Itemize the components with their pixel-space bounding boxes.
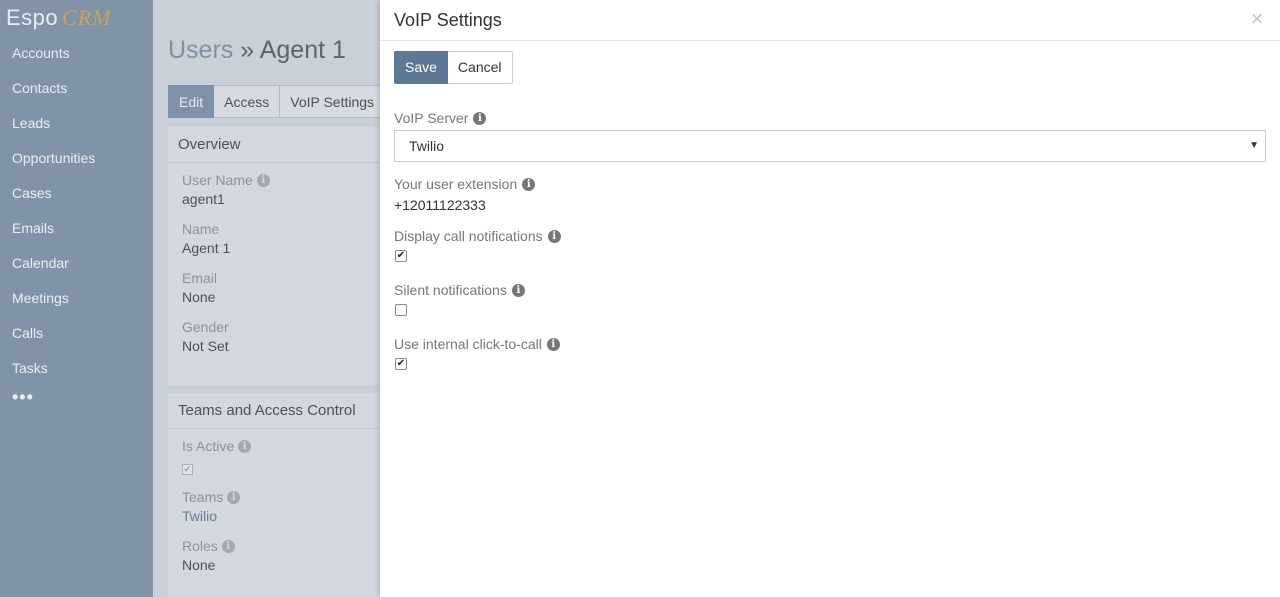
- info-icon[interactable]: i: [238, 439, 252, 453]
- extension-value: +12011122333: [394, 197, 486, 213]
- is-active-checkbox: ✔: [182, 464, 193, 475]
- field-value: Agent 1: [182, 240, 231, 256]
- field-name: Name Agent 1: [168, 221, 408, 256]
- logo-espo-text: Espo: [6, 5, 59, 30]
- field-user-name: User Name i agent1: [168, 172, 408, 207]
- silent-notifications-label: Silent notifications i: [394, 281, 525, 299]
- field-label: Email: [182, 270, 218, 286]
- field-email: Email None: [168, 270, 408, 305]
- sidebar-item-opportunities[interactable]: Opportunities: [0, 141, 153, 176]
- tab-access[interactable]: Access: [214, 85, 281, 118]
- field-value: Not Set: [182, 338, 229, 354]
- info-icon[interactable]: i: [522, 177, 536, 191]
- sidebar-item-calls[interactable]: Calls: [0, 316, 153, 351]
- cancel-button[interactable]: Cancel: [447, 51, 513, 84]
- sidebar-item-emails[interactable]: Emails: [0, 211, 153, 246]
- sidebar-item-leads[interactable]: Leads: [0, 106, 153, 141]
- breadcrumb-users[interactable]: Users: [168, 36, 233, 64]
- record-title: Agent 1: [259, 36, 346, 64]
- page-title: Users » Agent 1: [168, 36, 346, 65]
- teams-access-title: Teams and Access Control: [168, 393, 408, 429]
- sidebar-more-icon[interactable]: •••: [0, 386, 153, 416]
- display-notifications-checkbox[interactable]: ✔: [395, 250, 407, 262]
- field-is-active: Is Active i ✔: [168, 438, 408, 475]
- sidebar-item-cases[interactable]: Cases: [0, 176, 153, 211]
- breadcrumb-separator: »: [233, 36, 260, 64]
- modal-button-group: Save Cancel: [394, 51, 513, 84]
- field-label: Gender: [182, 319, 229, 335]
- field-gender: Gender Not Set: [168, 319, 408, 354]
- field-value: None: [182, 557, 216, 573]
- sidebar-item-accounts[interactable]: Accounts: [0, 36, 153, 71]
- save-button[interactable]: Save: [394, 51, 448, 84]
- click-to-call-field: Use internal click-to-call i ✔: [394, 335, 560, 370]
- logo-crm-text: CRM: [62, 5, 112, 30]
- silent-notifications-field: Silent notifications i: [394, 281, 525, 316]
- voip-server-label: VoIP Server i: [394, 109, 487, 127]
- record-tabs: Edit Access VoIP Settings: [168, 85, 386, 118]
- info-icon[interactable]: i: [221, 539, 235, 553]
- info-icon[interactable]: i: [256, 173, 270, 187]
- sidebar-item-tasks[interactable]: Tasks: [0, 351, 153, 386]
- logo[interactable]: Espo CRM: [0, 0, 153, 36]
- field-label: Name: [182, 221, 220, 237]
- info-icon[interactable]: i: [473, 111, 487, 125]
- voip-settings-modal: VoIP Settings × Save Cancel VoIP Server …: [380, 0, 1280, 597]
- info-icon[interactable]: i: [511, 283, 525, 297]
- tab-edit[interactable]: Edit: [168, 85, 215, 118]
- field-roles: Roles i None: [168, 538, 408, 573]
- field-label: User Name i: [182, 172, 408, 188]
- sidebar: Espo CRM Accounts Contacts Leads Opportu…: [0, 0, 153, 597]
- info-icon[interactable]: i: [546, 337, 560, 351]
- sidebar-item-calendar[interactable]: Calendar: [0, 246, 153, 281]
- extension-label: Your user extension i: [394, 175, 536, 193]
- click-to-call-checkbox[interactable]: ✔: [395, 358, 407, 370]
- info-icon[interactable]: i: [547, 229, 561, 243]
- caret-down-icon: ▼: [1249, 140, 1259, 151]
- overview-title: Overview: [168, 127, 408, 163]
- tab-voip-settings[interactable]: VoIP Settings: [280, 85, 386, 118]
- extension-field: Your user extension i +12011122333: [394, 175, 536, 213]
- modal-title: VoIP Settings: [394, 10, 502, 30]
- field-label: Is Active i: [182, 438, 408, 454]
- click-to-call-label: Use internal click-to-call i: [394, 335, 560, 353]
- sidebar-item-meetings[interactable]: Meetings: [0, 281, 153, 316]
- silent-notifications-checkbox[interactable]: [395, 304, 407, 316]
- voip-server-select[interactable]: Twilio ▼: [394, 130, 1266, 162]
- close-icon[interactable]: ×: [1248, 8, 1266, 30]
- voip-server-field: VoIP Server i: [394, 109, 487, 127]
- field-label: Teams i: [182, 489, 408, 505]
- display-notifications-field: Display call notifications i ✔: [394, 227, 561, 262]
- teams-link[interactable]: Twilio: [182, 508, 408, 524]
- sidebar-item-contacts[interactable]: Contacts: [0, 71, 153, 106]
- info-icon[interactable]: i: [227, 490, 241, 504]
- field-label: Roles i: [182, 538, 408, 554]
- field-value: None: [182, 289, 216, 305]
- teams-access-panel: Teams and Access Control Is Active i ✔ Te…: [168, 393, 408, 597]
- field-teams: Teams i Twilio: [168, 489, 408, 524]
- overview-panel: Overview User Name i agent1 Name Agent 1 …: [168, 127, 408, 385]
- modal-header: VoIP Settings ×: [380, 0, 1280, 41]
- sidebar-nav: Accounts Contacts Leads Opportunities Ca…: [0, 36, 153, 416]
- field-value: agent1: [182, 191, 225, 207]
- display-notifications-label: Display call notifications i: [394, 227, 561, 245]
- voip-server-value: Twilio: [409, 138, 445, 154]
